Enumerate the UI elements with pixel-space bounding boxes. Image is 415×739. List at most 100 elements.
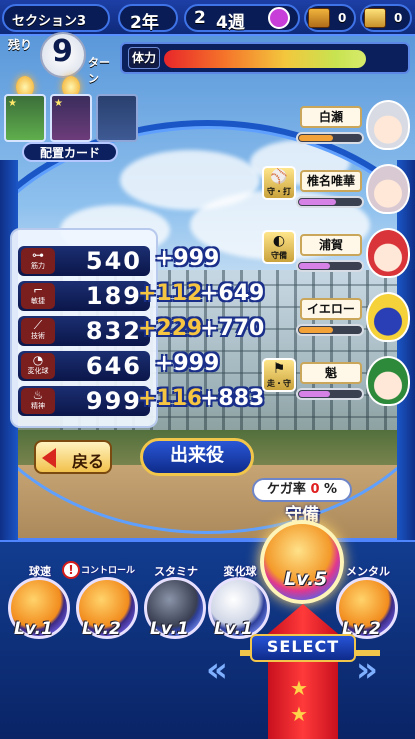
character-portrait bbox=[366, 228, 410, 278]
remaining-label: 残り bbox=[8, 38, 33, 52]
stat-bonus: +770 bbox=[200, 316, 265, 341]
bat-icon: ⟋ 技術 bbox=[21, 318, 55, 344]
combo-button[interactable]: 出来役 bbox=[140, 438, 254, 476]
practice-tag-badge: ⚑ 走・守 bbox=[262, 358, 296, 392]
teammate-name: 浦賀 bbox=[300, 234, 362, 256]
chest-count-b: 0 bbox=[394, 11, 403, 25]
card-breaking-ball[interactable]: 変化球 Lv.1 bbox=[208, 565, 272, 639]
back-label: 戻る bbox=[72, 452, 105, 471]
chest-counter-b[interactable]: 0 bbox=[360, 4, 412, 32]
back-arrow-icon bbox=[42, 448, 56, 468]
bond-fill bbox=[299, 327, 333, 333]
injury-rate-box: ケガ率 0 % bbox=[252, 478, 352, 502]
teammate-name: 魁 bbox=[300, 362, 362, 384]
stat-bonus: +112 bbox=[138, 281, 203, 306]
chevron-right-icon: » bbox=[356, 650, 378, 690]
shoe-glove-icon: ⚑ bbox=[272, 361, 286, 377]
date-badge: 2 4週 bbox=[184, 4, 300, 33]
stat-value: 189 bbox=[85, 282, 142, 310]
treasure-chest-icon bbox=[308, 8, 330, 28]
practice-tag-badge: ⚾ 守・打 bbox=[262, 166, 296, 200]
deploy-card-label-box: 配置カード bbox=[22, 142, 118, 162]
stat-bonus: +883 bbox=[200, 386, 265, 411]
turn-counter: 残り 9 ターン bbox=[0, 32, 120, 85]
back-button[interactable]: 戻る bbox=[34, 440, 112, 474]
stat-row-technique: ⟋ 技術 832 bbox=[18, 316, 150, 346]
mascot-icon[interactable] bbox=[268, 7, 290, 29]
turn-count: 9 bbox=[52, 34, 73, 69]
deploy-card-slot-2[interactable]: ★ bbox=[50, 94, 92, 142]
deploy-card-panel[interactable]: ★ ★ 配置カード bbox=[0, 76, 150, 162]
stat-bonus: +999 bbox=[155, 351, 220, 376]
glove-icon: ◐ bbox=[272, 233, 286, 249]
star-icon: ★ bbox=[290, 702, 308, 726]
stat-value: 646 bbox=[85, 352, 142, 380]
stamina-bar: 体力 bbox=[120, 42, 410, 74]
stat-row-power: ⊶ 筋力 540 bbox=[18, 246, 150, 276]
card-label: 変化球 bbox=[223, 565, 257, 578]
teammate-name: 白瀬 bbox=[300, 106, 362, 128]
top-status-bar: セクション3 2年 2 4週 0 0 bbox=[0, 0, 415, 36]
featured-card-level: Lv.5 bbox=[284, 568, 328, 590]
deploy-card-slot-1[interactable]: ★ bbox=[4, 94, 46, 142]
bond-fill bbox=[299, 263, 330, 269]
card-star-icon: ★ bbox=[54, 98, 63, 109]
injury-value: 0 bbox=[310, 482, 320, 497]
bond-fill bbox=[299, 135, 333, 141]
teammate-uraga[interactable]: 浦賀 bbox=[296, 228, 410, 282]
injury-label: ケガ率 bbox=[266, 482, 306, 497]
deploy-card-slot-3[interactable] bbox=[96, 94, 138, 142]
stat-row-breaking-ball: ◔ 変化球 646 bbox=[18, 351, 150, 381]
curve-ball-icon: ◔ 変化球 bbox=[21, 353, 55, 379]
card-fastball[interactable]: 球速 ! Lv.1 bbox=[8, 561, 80, 639]
teammate-shirase[interactable]: 白瀬 bbox=[296, 100, 410, 154]
stat-row-mental: ♨ 精神 999 bbox=[18, 386, 150, 416]
stamina-label: 体力 bbox=[132, 51, 157, 65]
shoe-icon: ⌐ 敏捷 bbox=[21, 283, 55, 309]
bond-bar bbox=[296, 196, 364, 208]
year-label: 2年 bbox=[130, 13, 159, 33]
stat-value: 540 bbox=[85, 247, 142, 275]
star-icon: ★ bbox=[290, 676, 308, 700]
select-button[interactable]: SELECT bbox=[250, 634, 356, 662]
teammate-name: 椎名唯華 bbox=[300, 170, 362, 192]
bond-bar bbox=[296, 324, 364, 336]
card-label: メンタル bbox=[346, 565, 390, 578]
stat-row-agility: ⌐ 敏捷 189 bbox=[18, 281, 150, 311]
card-level: Lv.1 bbox=[214, 619, 253, 639]
section-label: セクション3 bbox=[12, 14, 87, 29]
month-label: 2 bbox=[194, 8, 206, 28]
stamina-fill bbox=[164, 50, 366, 68]
stat-bonus: +649 bbox=[200, 281, 265, 306]
card-stamina[interactable]: スタミナ Lv.1 bbox=[144, 565, 208, 639]
card-label: スタミナ bbox=[154, 565, 198, 578]
section-badge: セクション3 bbox=[2, 4, 110, 32]
card-control[interactable]: コントロール Lv.2 bbox=[76, 566, 140, 639]
stat-bonus: +116 bbox=[138, 386, 203, 411]
card-level: Lv.1 bbox=[150, 619, 189, 639]
bond-fill bbox=[299, 199, 336, 205]
teammate-name: イエロー bbox=[300, 298, 362, 320]
card-star-icon: ★ bbox=[8, 98, 17, 109]
year-badge: 2年 bbox=[118, 4, 178, 33]
practice-tag-badge: ◐ 守備 bbox=[262, 230, 296, 264]
chest-counter-a[interactable]: 0 bbox=[304, 4, 356, 32]
character-portrait bbox=[366, 100, 410, 150]
card-mental[interactable]: メンタル Lv.2 bbox=[336, 565, 400, 639]
deploy-card-label: 配置カード bbox=[39, 146, 100, 160]
teammate-sakigake[interactable]: 魁 bbox=[296, 356, 410, 410]
week-label: 4週 bbox=[216, 13, 245, 33]
dumbbell-icon: ⊶ 筋力 bbox=[21, 248, 55, 274]
stat-value: 832 bbox=[85, 317, 142, 345]
gold-chest-icon bbox=[364, 8, 386, 28]
character-portrait bbox=[366, 356, 410, 406]
stat-bonus: +999 bbox=[155, 246, 220, 271]
teammate-shiina[interactable]: 椎名唯華 bbox=[296, 164, 410, 218]
bond-bar bbox=[296, 388, 364, 400]
bond-bar bbox=[296, 260, 364, 272]
chest-count-a: 0 bbox=[338, 11, 347, 25]
teammate-yellow[interactable]: イエロー bbox=[296, 292, 410, 346]
injury-unit: % bbox=[324, 482, 338, 497]
character-portrait bbox=[366, 292, 410, 342]
glove-bat-icon: ⚾ bbox=[270, 169, 288, 185]
